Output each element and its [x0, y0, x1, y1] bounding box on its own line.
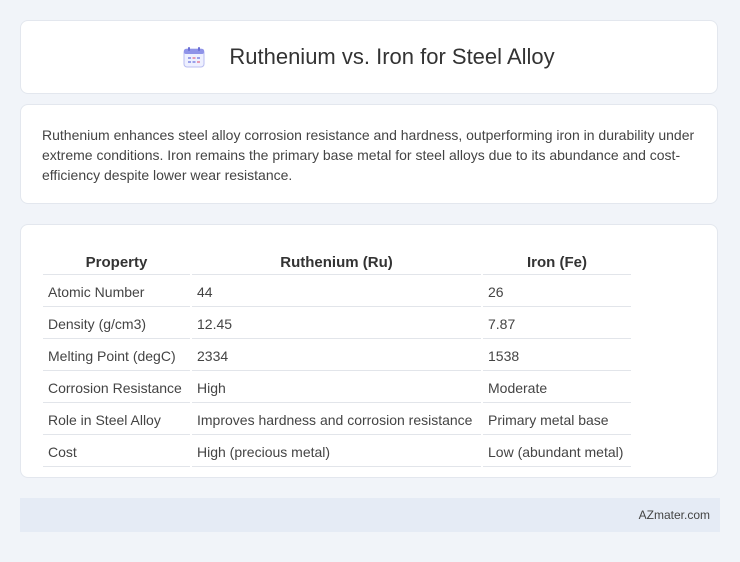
- table-cell: Atomic Number: [43, 277, 190, 307]
- table-cell: 26: [483, 277, 631, 307]
- table-cell: 2334: [192, 341, 481, 371]
- column-header-property: Property: [43, 247, 190, 275]
- table-row: Corrosion Resistance High Moderate: [43, 373, 631, 403]
- table-cell: High (precious metal): [192, 437, 481, 467]
- table-cell: Role in Steel Alloy: [43, 405, 190, 435]
- table-cell: Primary metal base: [483, 405, 631, 435]
- table-cell: 1538: [483, 341, 631, 371]
- table-cell: Improves hardness and corrosion resistan…: [192, 405, 481, 435]
- table-row: Atomic Number 44 26: [43, 277, 631, 307]
- footer-site-link[interactable]: AZmater.com: [639, 508, 710, 522]
- summary-text: Ruthenium enhances steel alloy corrosion…: [42, 127, 695, 183]
- table-cell: Cost: [43, 437, 190, 467]
- summary-card: Ruthenium enhances steel alloy corrosion…: [20, 104, 718, 204]
- comparison-table: Property Ruthenium (Ru) Iron (Fe) Atomic…: [41, 245, 633, 469]
- table-cell: Corrosion Resistance: [43, 373, 190, 403]
- table-cell: 44: [192, 277, 481, 307]
- table-row: Cost High (precious metal) Low (abundant…: [43, 437, 631, 467]
- column-header-ruthenium: Ruthenium (Ru): [192, 247, 481, 275]
- table-row: Role in Steel Alloy Improves hardness an…: [43, 405, 631, 435]
- title-card: Ruthenium vs. Iron for Steel Alloy: [20, 20, 718, 94]
- table-row: Density (g/cm3) 12.45 7.87: [43, 309, 631, 339]
- table-cell: Moderate: [483, 373, 631, 403]
- table-cell: Density (g/cm3): [43, 309, 190, 339]
- calendar-icon: [183, 46, 205, 68]
- table-header-row: Property Ruthenium (Ru) Iron (Fe): [43, 247, 631, 275]
- footer: AZmater.com: [20, 498, 720, 532]
- page-title: Ruthenium vs. Iron for Steel Alloy: [229, 44, 555, 69]
- table-cell: Melting Point (degC): [43, 341, 190, 371]
- table-cell: 12.45: [192, 309, 481, 339]
- table-cell: 7.87: [483, 309, 631, 339]
- table-row: Melting Point (degC) 2334 1538: [43, 341, 631, 371]
- column-header-iron: Iron (Fe): [483, 247, 631, 275]
- table-card: Property Ruthenium (Ru) Iron (Fe) Atomic…: [20, 224, 718, 478]
- table-cell: High: [192, 373, 481, 403]
- table-cell: Low (abundant metal): [483, 437, 631, 467]
